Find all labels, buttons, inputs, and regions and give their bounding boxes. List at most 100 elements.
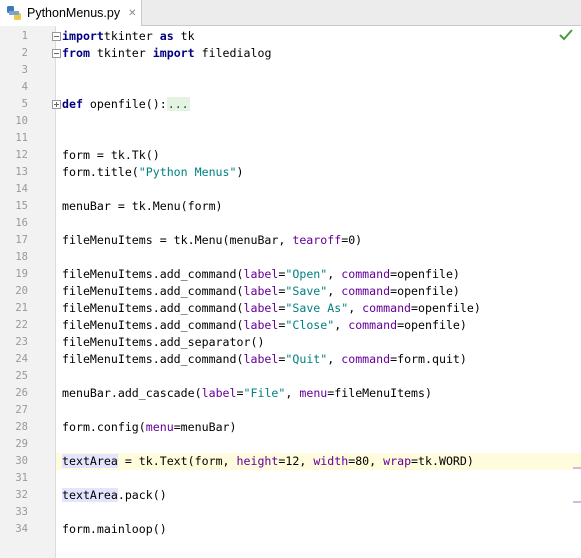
code-token: =80, <box>348 454 384 468</box>
code-token: as <box>159 29 174 43</box>
code-line[interactable]: textArea = tk.Text(form, height=12, widt… <box>62 453 474 470</box>
code-token: menu <box>145 420 174 434</box>
code-token: import <box>62 29 104 43</box>
code-token: wrap <box>383 454 412 468</box>
code-token: def <box>62 97 83 111</box>
code-token: menuBar.add_cascade( <box>62 386 202 400</box>
fold-expand-icon[interactable] <box>52 100 61 109</box>
code-token: label <box>201 386 237 400</box>
line-number: 12 <box>15 149 28 161</box>
code-line[interactable]: def openfile():... <box>62 96 190 113</box>
line-number: 13 <box>15 166 28 178</box>
code-token: , <box>327 352 342 366</box>
line-number: 29 <box>15 438 28 450</box>
close-icon[interactable]: ✕ <box>128 8 136 19</box>
code-token: width <box>313 454 349 468</box>
code-line[interactable]: fileMenuItems.add_command(label="Open", … <box>62 266 460 283</box>
line-number: 28 <box>15 421 28 433</box>
code-line[interactable]: form.mainloop() <box>62 521 167 538</box>
tab-pythonmenus[interactable]: PythonMenus.py ✕ <box>0 0 142 26</box>
code-token: menu <box>299 386 328 400</box>
code-line[interactable]: menuBar.add_cascade(label="File", menu=f… <box>62 385 432 402</box>
code-line[interactable]: textArea.pack() <box>62 487 167 504</box>
code-token: textArea <box>62 488 118 502</box>
code-token: filedialog <box>194 46 272 60</box>
code-token: fileMenuItems.add_separator() <box>62 335 265 349</box>
code-token: =0) <box>341 233 363 247</box>
code-token: fileMenuItems.add_command( <box>62 267 244 281</box>
code-token: textArea <box>62 454 118 468</box>
code-token: "Quit" <box>285 352 328 366</box>
code-token: ) <box>236 165 244 179</box>
line-number: 34 <box>15 523 28 535</box>
code-token: command <box>362 301 412 315</box>
code-token: "Python Menus" <box>138 165 237 179</box>
code-token: import <box>152 46 195 60</box>
code-token: , <box>327 284 342 298</box>
code-line[interactable]: fileMenuItems.add_command(label="Close",… <box>62 317 467 334</box>
code-token: =openfile) <box>397 318 467 332</box>
line-number: 17 <box>15 234 28 246</box>
fold-collapse-icon[interactable] <box>52 49 61 58</box>
code-token: , <box>327 267 342 281</box>
line-number: 31 <box>15 472 28 484</box>
line-number-gutter: 1 2 3 4 5 10 11 12 13 14 15 16 17 18 19 20 21 22 23 24 25 26 2… <box>0 26 56 558</box>
code-token: =openfile) <box>390 267 460 281</box>
code-token: fileMenuItems.add_command( <box>62 301 244 315</box>
line-number: 27 <box>15 404 28 416</box>
line-number: 5 <box>21 98 28 110</box>
fold-collapse-icon[interactable] <box>52 32 61 41</box>
code-token: "Save As" <box>285 301 349 315</box>
line-number: 14 <box>15 183 28 195</box>
line-number: 32 <box>15 489 28 501</box>
code-token: tearoff <box>292 233 342 247</box>
code-line[interactable]: fileMenuItems = tk.Menu(menuBar, tearoff… <box>62 232 362 249</box>
error-stripe-mark <box>573 467 581 469</box>
code-token: command <box>348 318 398 332</box>
code-line[interactable]: fileMenuItems.add_separator() <box>62 334 264 351</box>
code-token: =tk.WORD) <box>411 454 474 468</box>
code-token: .pack() <box>117 488 167 502</box>
code-editor[interactable]: 1 2 3 4 5 10 11 12 13 14 15 16 17 18 19 20 21 22 23 24 25 26 2… <box>0 26 581 558</box>
code-token: = <box>236 386 244 400</box>
code-token: tkinter <box>89 46 153 60</box>
line-number: 21 <box>15 302 28 314</box>
code-line[interactable]: fileMenuItems.add_command(label="Quit", … <box>62 351 467 368</box>
code-token: form.title( <box>62 165 139 179</box>
code-line[interactable]: importtkinter as tk <box>62 28 195 45</box>
code-token: height <box>236 454 279 468</box>
code-line[interactable]: form.config(menu=menuBar) <box>62 419 237 436</box>
code-token: tkinter <box>103 29 160 43</box>
code-token: label <box>243 301 279 315</box>
line-number: 20 <box>15 285 28 297</box>
code-token: =openfile) <box>390 284 460 298</box>
code-token: "File" <box>243 386 286 400</box>
code-token: label <box>243 352 279 366</box>
code-token: , <box>334 318 349 332</box>
code-line[interactable]: fileMenuItems.add_command(label="Save", … <box>62 283 460 300</box>
tab-title: PythonMenus.py <box>27 6 121 20</box>
code-token: fileMenuItems.add_command( <box>62 318 244 332</box>
code-line[interactable]: fileMenuItems.add_command(label="Save As… <box>62 300 481 317</box>
code-token: fileMenuItems.add_command( <box>62 284 244 298</box>
code-token: form.config( <box>62 420 146 434</box>
code-line[interactable]: from tkinter import filedialog <box>62 45 271 62</box>
line-number: 15 <box>15 200 28 212</box>
code-token: , <box>348 301 363 315</box>
code-token: command <box>341 267 391 281</box>
line-number: 26 <box>15 387 28 399</box>
line-number: 22 <box>15 319 28 331</box>
python-file-icon <box>7 6 21 20</box>
code-line[interactable]: form = tk.Tk() <box>62 147 160 164</box>
code-token: form.mainloop() <box>62 522 167 536</box>
code-area[interactable]: importtkinter as tk from tkinter import f… <box>56 26 581 558</box>
code-token: tk <box>173 29 195 43</box>
code-line[interactable]: menuBar = tk.Menu(form) <box>62 198 223 215</box>
code-line[interactable]: form.title("Python Menus") <box>62 164 244 181</box>
code-token: =menuBar) <box>173 420 237 434</box>
code-token: =12, <box>278 454 314 468</box>
code-token: , <box>285 386 300 400</box>
code-token: label <box>243 267 279 281</box>
code-token: =fileMenuItems) <box>327 386 432 400</box>
code-token: openfile(): <box>82 97 167 111</box>
